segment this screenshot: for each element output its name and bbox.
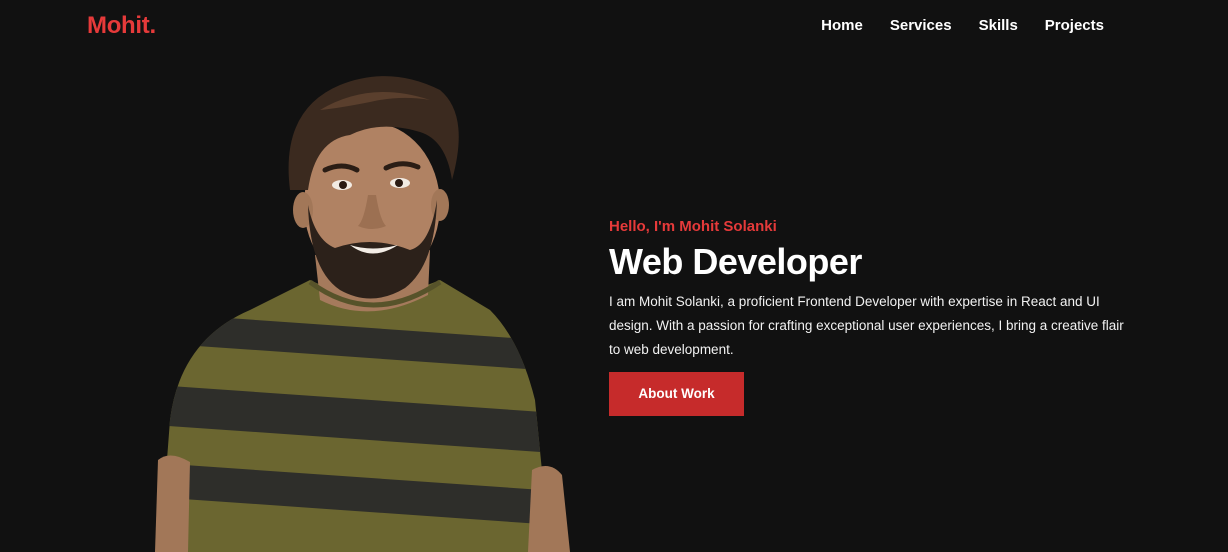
- shirt-stripes: [160, 312, 550, 528]
- right-arm: [528, 466, 570, 552]
- brand-logo[interactable]: Mohit.: [87, 12, 156, 40]
- left-arm: [155, 455, 190, 552]
- landing-page: Mohit. Home Services Skills Projects Hel…: [0, 0, 1228, 552]
- profile-photo: [155, 76, 570, 552]
- nav-item-home[interactable]: Home: [821, 17, 863, 34]
- main-nav: Home Services Skills Projects: [821, 17, 1104, 34]
- nav-item-services[interactable]: Services: [890, 17, 952, 34]
- hero-description: I am Mohit Solanki, a proficient Fronten…: [609, 293, 1124, 357]
- nav-item-projects[interactable]: Projects: [1045, 17, 1104, 34]
- nav-item-skills[interactable]: Skills: [979, 17, 1018, 34]
- hero-title: Web Developer: [609, 241, 862, 282]
- hero-section: Hello, I'm Mohit Solanki Web Developer I…: [609, 218, 1139, 416]
- hero-greeting: Hello, I'm Mohit Solanki: [609, 218, 777, 235]
- about-work-button[interactable]: About Work: [609, 371, 744, 416]
